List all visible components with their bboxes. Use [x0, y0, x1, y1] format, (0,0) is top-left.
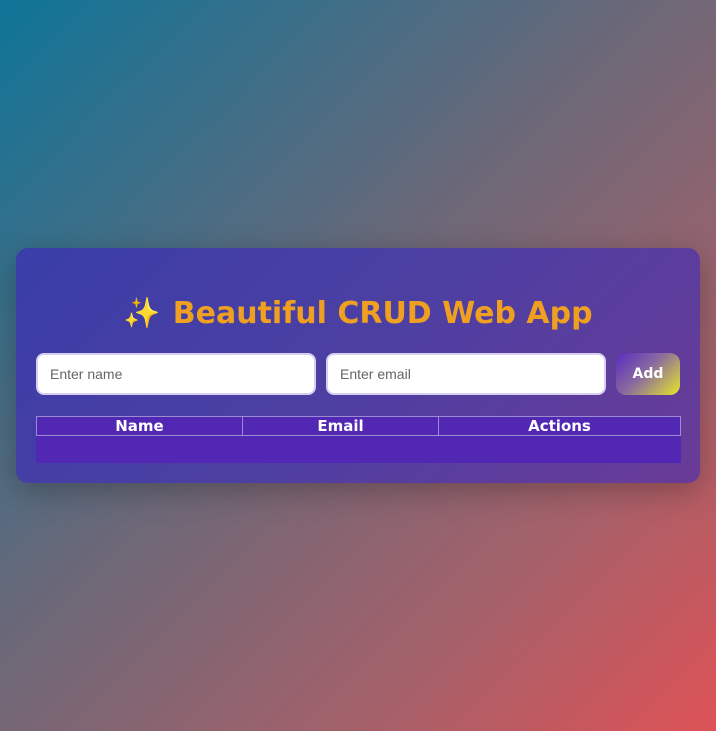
name-input[interactable]	[36, 353, 316, 395]
column-header-actions: Actions	[438, 416, 681, 436]
page-title-text: Beautiful CRUD Web App	[172, 296, 593, 331]
records-table: Name Email Actions	[36, 416, 681, 463]
add-button[interactable]: Add	[616, 353, 680, 395]
page-title: ✨ Beautiful CRUD Web App	[16, 294, 700, 334]
email-input[interactable]	[326, 353, 606, 395]
table-header-row: Name Email Actions	[36, 416, 681, 436]
crud-card: ✨ Beautiful CRUD Web App Add Name Email A…	[16, 248, 700, 483]
table-body	[37, 436, 681, 463]
column-header-email: Email	[242, 416, 439, 436]
sparkles-icon: ✨	[123, 296, 161, 331]
column-header-name: Name	[36, 416, 243, 436]
